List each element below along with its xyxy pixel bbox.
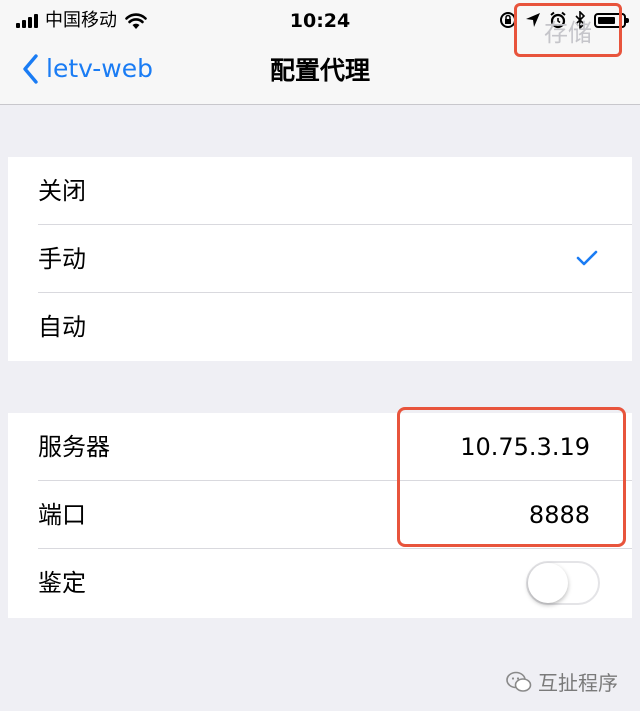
proxy-mode-label: 自动: [38, 313, 86, 341]
auth-toggle[interactable]: [526, 561, 600, 605]
save-button[interactable]: 存储: [514, 3, 622, 57]
proxy-mode-auto[interactable]: 自动: [8, 293, 632, 361]
page-title: 配置代理: [269, 56, 370, 85]
watermark: 互扯程序: [506, 667, 618, 696]
port-input[interactable]: 8888: [529, 499, 590, 531]
port-row[interactable]: 端口 8888: [8, 481, 632, 549]
server-settings-list: 服务器 10.75.3.19 端口 8888 鉴定: [8, 413, 632, 618]
proxy-mode-manual[interactable]: 手动: [8, 225, 632, 293]
toggle-knob: [528, 563, 568, 603]
proxy-mode-list: 关闭 手动 自动: [8, 157, 632, 361]
port-label: 端口: [38, 501, 86, 529]
proxy-mode-label: 手动: [38, 245, 86, 273]
auth-label: 鉴定: [38, 569, 86, 597]
wechat-icon: [506, 671, 532, 692]
server-row[interactable]: 服务器 10.75.3.19: [8, 413, 632, 481]
proxy-mode-label: 关闭: [38, 177, 86, 205]
proxy-mode-off[interactable]: 关闭: [8, 157, 632, 225]
auth-row: 鉴定: [8, 549, 632, 617]
server-label: 服务器: [38, 433, 110, 461]
checkmark-icon: [576, 250, 598, 266]
watermark-text: 互扯程序: [538, 671, 618, 695]
server-input[interactable]: 10.75.3.19: [460, 431, 590, 463]
